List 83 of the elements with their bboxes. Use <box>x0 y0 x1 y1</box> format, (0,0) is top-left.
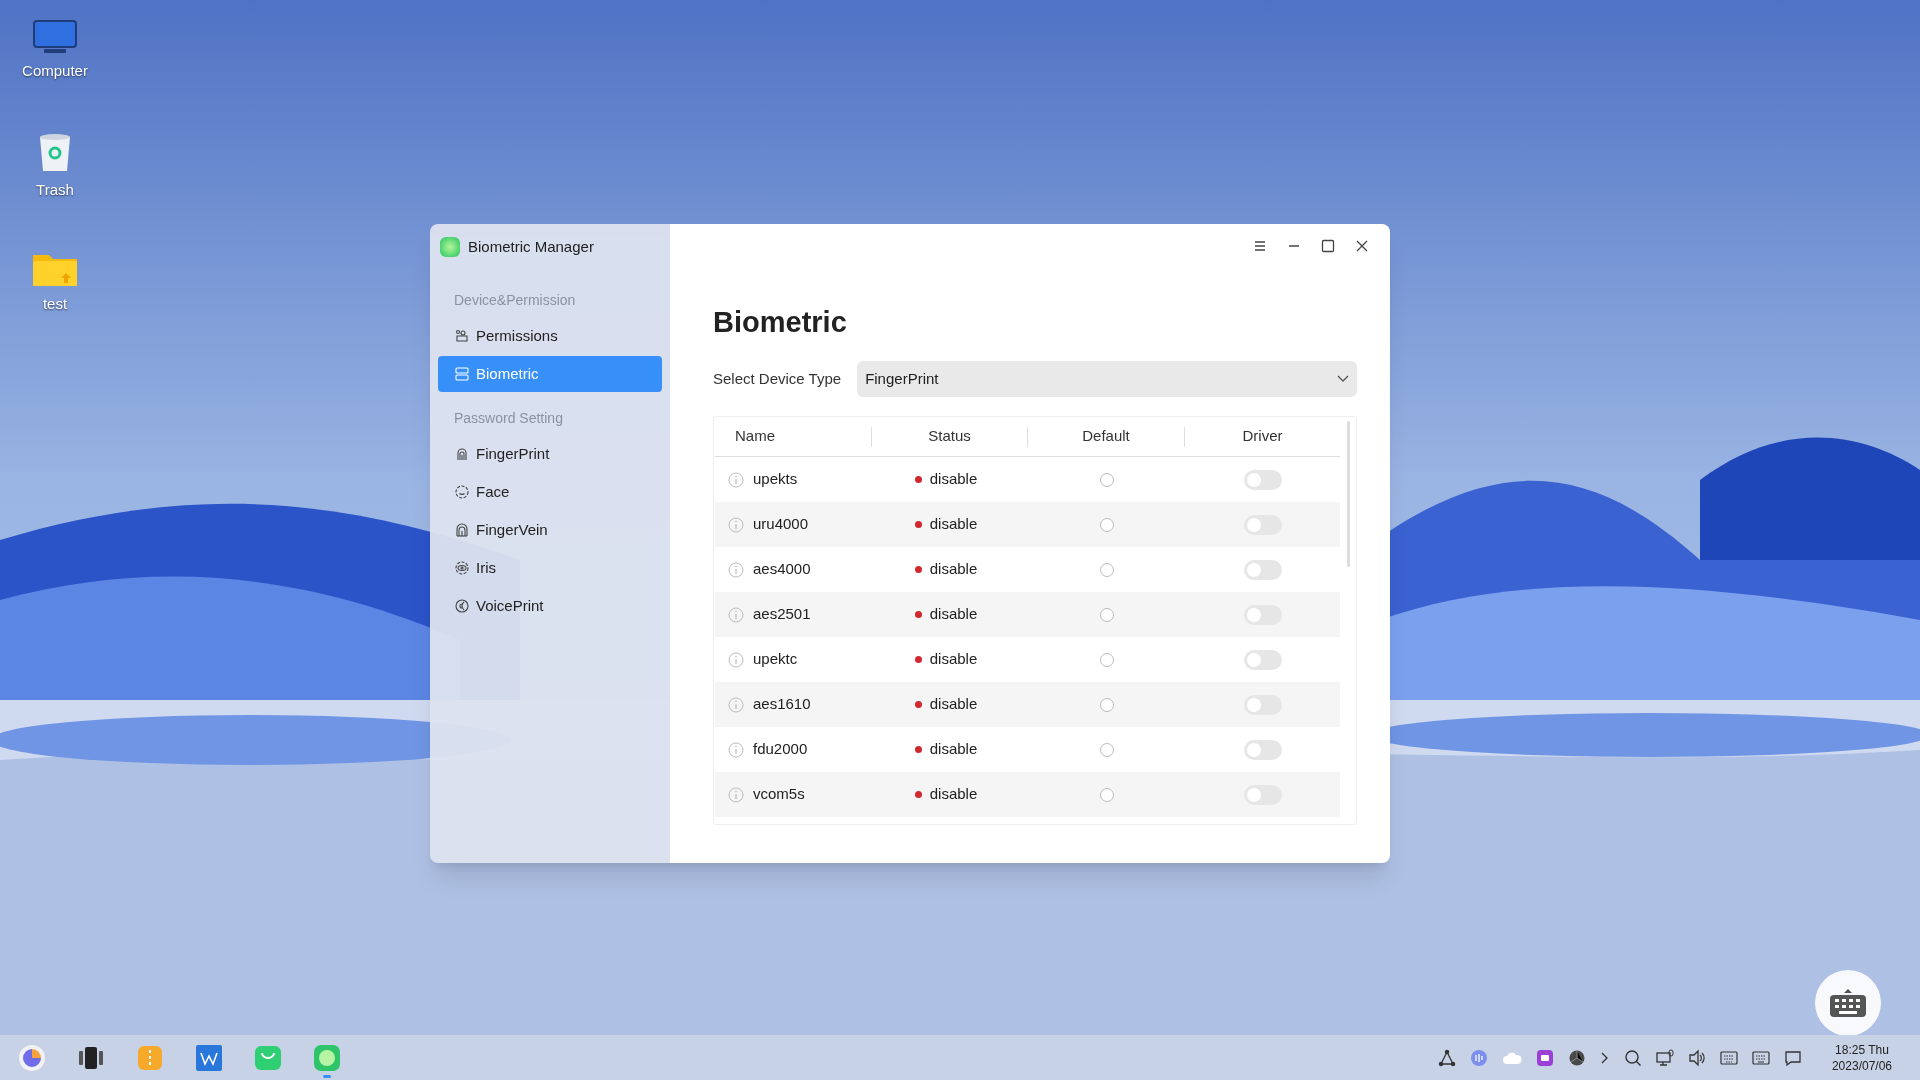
chevron-down-icon <box>1337 375 1349 383</box>
driver-toggle[interactable] <box>1243 784 1282 805</box>
status-text: disable <box>929 514 978 535</box>
sidebar-item[interactable]: Face <box>438 474 662 510</box>
keyboard-icon[interactable] <box>1719 1050 1738 1065</box>
device-name: fdu2000 <box>753 739 808 760</box>
desktop-icon-label[interactable]: Computer <box>22 60 88 83</box>
device-type-dropdown[interactable]: FingerPrint <box>857 361 1357 397</box>
keyboard-icon <box>1829 988 1867 1018</box>
driver-toggle[interactable] <box>1243 649 1282 670</box>
close-icon <box>1355 239 1369 253</box>
sidebar-item[interactable]: VoicePrint <box>438 588 662 624</box>
page-title: Biometric <box>713 305 848 340</box>
default-radio[interactable] <box>1099 697 1114 712</box>
app-logo-icon <box>440 237 460 257</box>
sidebar-item[interactable]: FingerVein <box>438 512 662 548</box>
status-text: disable <box>929 694 978 715</box>
default-radio[interactable] <box>1099 607 1114 622</box>
default-radio[interactable] <box>1099 787 1114 802</box>
device-name: aes2501 <box>753 604 811 625</box>
sidebar-item[interactable]: Permissions <box>438 318 662 354</box>
driver-toggle[interactable] <box>1243 469 1282 490</box>
driver-toggle[interactable] <box>1243 604 1282 625</box>
driver-toggle[interactable] <box>1243 514 1282 535</box>
active-indicator <box>323 1074 331 1078</box>
ball-icon[interactable] <box>1567 1048 1586 1067</box>
sidebar-item[interactable]: FingerPrint <box>438 436 662 472</box>
status-text: disable <box>929 739 978 760</box>
message-icon[interactable] <box>1783 1048 1802 1067</box>
default-radio[interactable] <box>1099 742 1114 757</box>
cloud-icon[interactable] <box>1501 1050 1522 1065</box>
info-icon[interactable] <box>728 561 744 578</box>
menu-icon <box>1253 240 1267 252</box>
device-name: upekts <box>753 469 798 490</box>
default-radio[interactable] <box>1099 652 1114 667</box>
info-icon[interactable] <box>728 741 744 758</box>
section-heading: Password Setting <box>453 408 564 428</box>
sidebar-item[interactable]: Iris <box>438 550 662 586</box>
driver-toggle[interactable] <box>1243 694 1282 715</box>
clock-time[interactable]: 18:25 Thu <box>1835 1041 1889 1058</box>
list-icon <box>454 366 470 382</box>
default-radio[interactable] <box>1099 472 1114 487</box>
device-name: upektc <box>753 649 798 670</box>
people-icon <box>454 328 470 344</box>
monitor-icon[interactable] <box>1655 1048 1674 1067</box>
info-icon[interactable] <box>728 606 744 623</box>
column-header[interactable]: Default <box>1082 425 1130 448</box>
status-text: disable <box>929 469 978 490</box>
network-icon[interactable] <box>1437 1048 1456 1067</box>
clock-date[interactable]: 2023/07/06 <box>1831 1057 1892 1074</box>
status-text: disable <box>929 784 978 805</box>
status-text: disable <box>929 604 978 625</box>
driver-toggle[interactable] <box>1243 559 1282 580</box>
device-name: uru4000 <box>753 514 809 535</box>
column-header[interactable]: Status <box>928 425 971 448</box>
column-header[interactable]: Driver <box>1242 425 1283 448</box>
volume-icon[interactable] <box>1687 1048 1706 1067</box>
driver-toggle[interactable] <box>1243 739 1282 760</box>
monitor-icon <box>32 20 78 54</box>
keyboard-icon[interactable] <box>1751 1050 1770 1065</box>
info-icon[interactable] <box>728 786 744 803</box>
status-text: disable <box>929 559 978 580</box>
device-name: aes4000 <box>753 559 811 580</box>
camera-app-icon[interactable] <box>1535 1048 1554 1067</box>
info-icon[interactable] <box>728 516 744 533</box>
maximize-icon <box>1321 239 1335 253</box>
info-icon[interactable] <box>728 651 744 668</box>
column-header[interactable]: Name <box>735 425 775 448</box>
info-icon[interactable] <box>728 471 744 488</box>
search-icon[interactable] <box>1623 1048 1642 1067</box>
chevron-right-icon[interactable] <box>1599 1050 1610 1065</box>
info-icon[interactable] <box>728 696 744 713</box>
audio-app-icon[interactable] <box>1469 1048 1488 1067</box>
eye-icon <box>454 560 470 576</box>
default-radio[interactable] <box>1099 562 1114 577</box>
section-heading: Device&Permission <box>453 290 577 310</box>
device-name: aes1610 <box>753 694 811 715</box>
default-radio[interactable] <box>1099 517 1114 532</box>
window-title: Biometric Manager <box>468 236 594 257</box>
status-text: disable <box>929 649 978 670</box>
face-icon <box>454 484 470 500</box>
device-name: vcom5s <box>753 784 805 805</box>
field-label: Select Device Type <box>713 368 842 389</box>
